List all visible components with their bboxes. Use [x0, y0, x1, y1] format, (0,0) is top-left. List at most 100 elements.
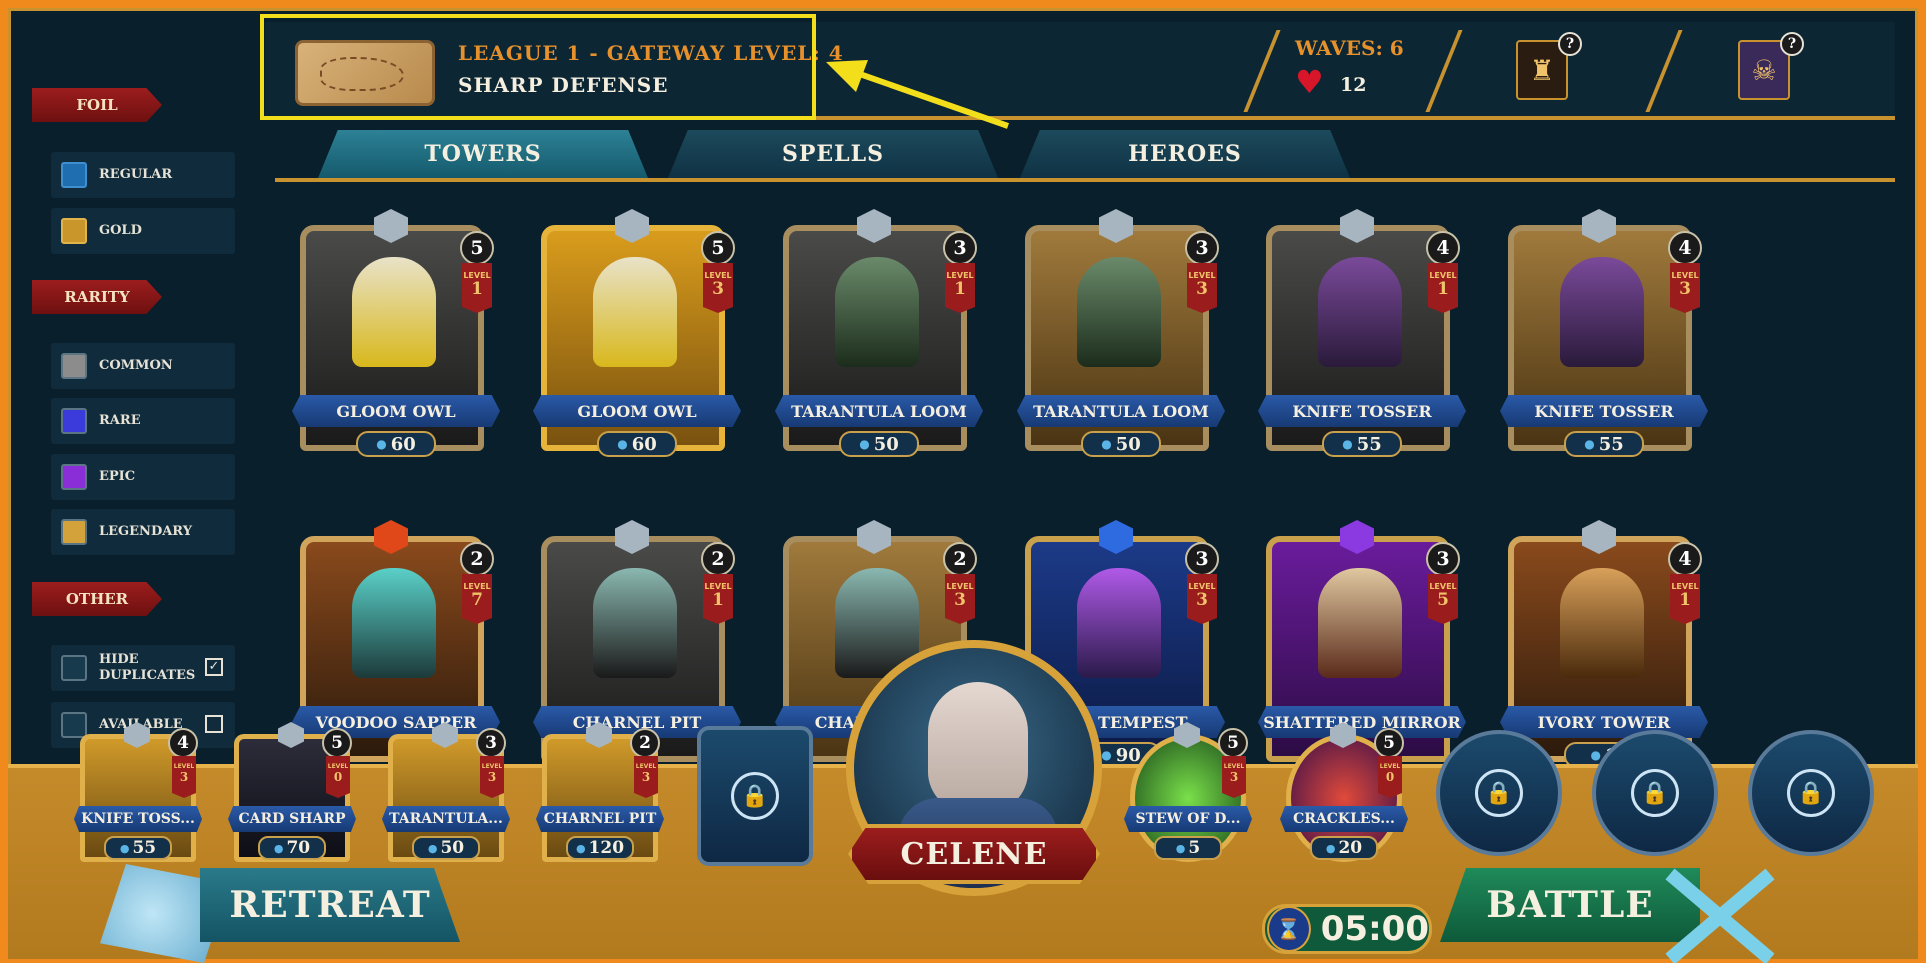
available-checkbox[interactable]	[205, 715, 223, 733]
tower-card[interactable]: 4 LEVEL 1 KNIFE TOSSER ● 55	[1258, 195, 1466, 475]
drop-icon: ●	[1175, 841, 1186, 855]
card-cost: ● 50	[839, 431, 919, 457]
filter-hide-duplicates[interactable]: HIDE DUPLICATES ✓	[51, 645, 235, 691]
filter-rare[interactable]: RARE	[51, 398, 235, 444]
card-cost: ● 60	[356, 431, 436, 457]
filter-common[interactable]: COMMON	[51, 343, 235, 389]
tempest-art	[1077, 568, 1161, 678]
card-cost: ● 70	[258, 836, 326, 860]
rare-rarity-icon	[61, 408, 87, 434]
drop-icon: ●	[273, 841, 284, 855]
mana-badge: 5	[701, 231, 735, 265]
mana-badge: 5	[1374, 728, 1404, 758]
locked-spell-slot[interactable]: 🔒	[1436, 730, 1562, 856]
filter-label: GOLD	[99, 223, 142, 238]
deck-spell[interactable]: 5 LEVEL 0 CRACKLES... ● 20	[1280, 718, 1408, 868]
hide-duplicates-checkbox[interactable]: ✓	[205, 658, 223, 676]
deck-card[interactable]: 5 LEVEL 0 CARD SHARP ● 70	[228, 718, 356, 868]
mana-badge: 2	[630, 728, 660, 758]
annotation-arrow-icon	[826, 60, 1009, 129]
card-name: CRACKLES...	[1280, 806, 1408, 832]
mana-badge: 3	[1426, 542, 1460, 576]
filter-epic[interactable]: EPIC	[51, 454, 235, 500]
gloom-owl-art	[352, 257, 436, 367]
level-badge: LEVEL 3	[945, 574, 975, 624]
common-rarity-icon	[61, 353, 87, 379]
level-badge: LEVEL 3	[480, 756, 504, 798]
level-badge: LEVEL 1	[945, 263, 975, 313]
locked-spell-slot[interactable]: 🔒	[1748, 730, 1874, 856]
level-badge: LEVEL 1	[462, 263, 492, 313]
level-badge: LEVEL 1	[1670, 574, 1700, 624]
hourglass-icon: ⌛	[1267, 906, 1311, 952]
drop-icon: ●	[859, 437, 870, 451]
drop-icon: ●	[1325, 841, 1336, 855]
filter-label: EPIC	[99, 469, 136, 484]
countdown-timer: ⌛ 05:00	[1262, 904, 1432, 954]
tower-card[interactable]: 3 LEVEL 3 TARANTULA LOOM ● 50	[1017, 195, 1225, 475]
drop-icon: ●	[1101, 748, 1112, 762]
card-cost: ● 55	[1322, 431, 1402, 457]
deck-card[interactable]: 4 LEVEL 3 KNIFE TOSS... ● 55	[74, 718, 202, 868]
lives-count: 12	[1340, 74, 1367, 96]
enemy-help-icon[interactable]: ?	[1780, 32, 1804, 56]
deck-card[interactable]: 3 LEVEL 3 TARANTULA... ● 50	[382, 718, 510, 868]
locked-spell-slot[interactable]: 🔒	[1592, 730, 1718, 856]
lock-icon: 🔒	[1475, 769, 1523, 817]
lock-icon: 🔒	[1631, 769, 1679, 817]
filter-label: HIDE DUPLICATES	[99, 652, 196, 683]
level-badge: LEVEL 3	[172, 756, 196, 798]
drop-icon: ●	[427, 841, 438, 855]
drop-icon: ●	[1590, 748, 1601, 762]
filter-label: COMMON	[99, 358, 173, 373]
foil-section-header: FOIL	[32, 88, 162, 122]
shattered-mirror-art	[1318, 568, 1402, 678]
filter-regular[interactable]: REGULAR	[51, 152, 235, 198]
mana-badge: 5	[1218, 728, 1248, 758]
mana-badge: 3	[1185, 231, 1219, 265]
timer-value: 05:00	[1320, 909, 1429, 949]
tower-help-icon[interactable]: ?	[1558, 32, 1582, 56]
drop-icon: ●	[617, 437, 628, 451]
card-cost: ● 60	[597, 431, 677, 457]
deck-spell[interactable]: 5 LEVEL 3 STEW OF D... ● 5	[1124, 718, 1252, 868]
filter-label: LEGENDARY	[99, 524, 192, 539]
tower-card[interactable]: 5 LEVEL 3 GLOOM OWL ● 60	[533, 195, 741, 475]
hero-face	[928, 682, 1028, 812]
mana-badge: 4	[1426, 231, 1460, 265]
mana-badge: 2	[460, 542, 494, 576]
level-badge: LEVEL 1	[703, 574, 733, 624]
level-badge: LEVEL 3	[1187, 263, 1217, 313]
tower-card[interactable]: 4 LEVEL 3 KNIFE TOSSER ● 55	[1500, 195, 1708, 475]
rarity-section-header: RARITY	[32, 280, 162, 314]
card-name: CARD SHARP	[228, 806, 356, 832]
card-grid: 5 LEVEL 1 GLOOM OWL ● 60 5 LEVEL 3 GLOOM OW…	[275, 185, 1895, 785]
card-name: STEW OF D...	[1124, 806, 1252, 832]
card-name: TARANTULA...	[382, 806, 510, 832]
tab-towers[interactable]: TOWERS	[318, 130, 648, 178]
tower-card[interactable]: 3 LEVEL 1 TARANTULA LOOM ● 50	[775, 195, 983, 475]
mana-badge: 3	[1185, 542, 1219, 576]
charnel-pit-art	[593, 568, 677, 678]
locked-tower-slot[interactable]: 🔒	[697, 726, 813, 866]
tower-card[interactable]: 5 LEVEL 1 GLOOM OWL ● 60	[292, 195, 500, 475]
crossed-swords-icon[interactable]	[1650, 864, 1790, 963]
card-name: TARANTULA LOOM	[1017, 395, 1225, 427]
retreat-button[interactable]: RETREAT	[200, 868, 460, 942]
tarantula-loom-art	[1077, 257, 1161, 367]
filter-legendary[interactable]: LEGENDARY	[51, 509, 235, 555]
lock-icon: 🔒	[1787, 769, 1835, 817]
waves-count: WAVES: 6	[1295, 36, 1404, 60]
card-name: KNIFE TOSS...	[74, 806, 202, 832]
tab-spells[interactable]: SPELLS	[668, 130, 998, 178]
card-name: GLOOM OWL	[533, 395, 741, 427]
knife-tosser-art	[1318, 257, 1402, 367]
deck-card[interactable]: 2 LEVEL 3 CHARNEL PIT ● 120	[536, 718, 664, 868]
card-name: GLOOM OWL	[292, 395, 500, 427]
filter-gold[interactable]: GOLD	[51, 208, 235, 254]
tab-heroes[interactable]: HEROES	[1020, 130, 1350, 178]
card-cost: ● 50	[412, 836, 480, 860]
drop-icon: ●	[1101, 437, 1112, 451]
level-badge: LEVEL 1	[1428, 263, 1458, 313]
knife-tosser-art	[1560, 257, 1644, 367]
